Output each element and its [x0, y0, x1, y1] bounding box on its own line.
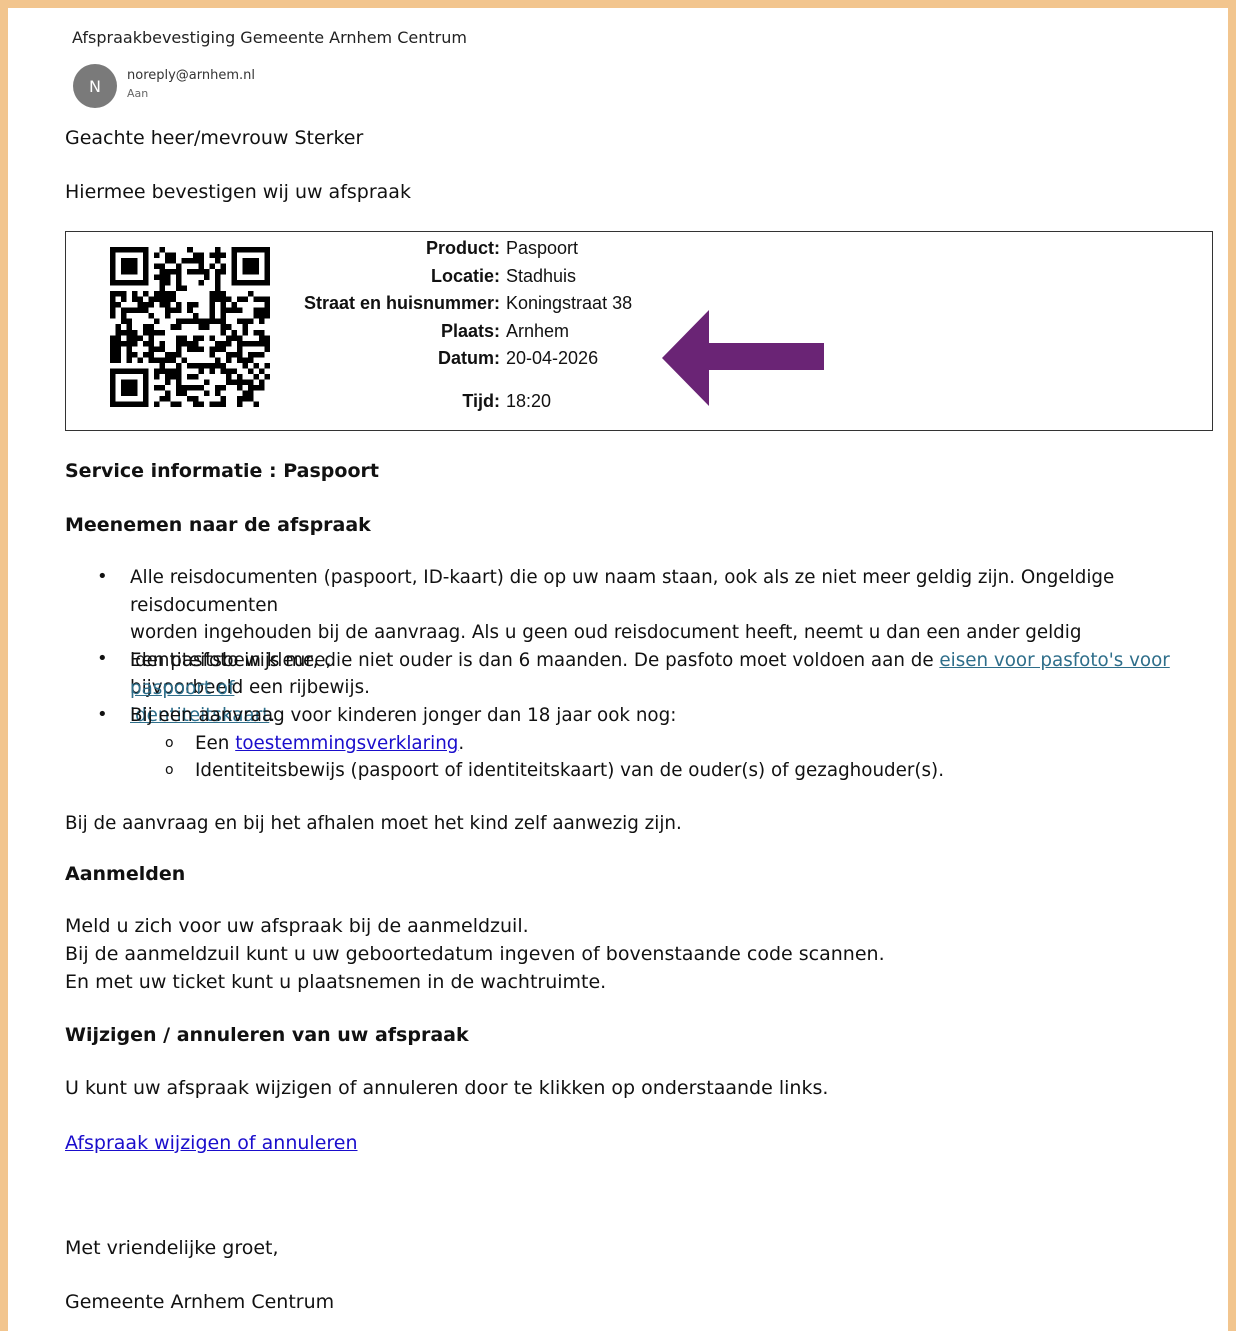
sub-bullet-circle: o — [165, 762, 174, 778]
city-value: Arnhem — [506, 321, 570, 341]
location-value: Stadhuis — [506, 266, 577, 286]
sub-list-item: Een toestemmingsverklaring. — [195, 730, 464, 758]
service-heading: Service informatie : Paspoort — [65, 460, 379, 482]
product-value: Paspoort — [506, 238, 579, 258]
street-label: Straat en huisnummer: — [303, 293, 500, 313]
sender-address[interactable]: noreply@arnhem.nl — [127, 68, 255, 83]
city-label: Plaats: — [440, 321, 500, 341]
register-line: Meld u zich voor uw afspraak bij de aanm… — [65, 915, 529, 937]
recipient-label: Aan — [127, 87, 149, 100]
list-item-line: Alle reisdocumenten (paspoort, ID-kaart)… — [130, 567, 1115, 616]
register-line: Bij de aanmeldzuil kunt u uw geboortedat… — [65, 943, 885, 965]
register-heading: Aanmelden — [65, 863, 186, 885]
product-label: Product: — [426, 238, 500, 258]
sub-bullet-circle: o — [165, 735, 174, 751]
street-value: Koningstraat 38 — [506, 293, 633, 313]
child-note: Bij de aanvraag en bij het afhalen moet … — [65, 813, 682, 834]
closing: Met vriendelijke groet, — [65, 1237, 279, 1259]
time-value: 18:20 — [506, 391, 552, 411]
change-text: U kunt uw afspraak wijzigen of annuleren… — [65, 1077, 829, 1099]
bullet-dot: • — [97, 648, 108, 669]
date-label: Datum: — [438, 348, 500, 368]
change-appointment-link[interactable]: Afspraak wijzigen of annuleren — [65, 1132, 358, 1154]
bullet-dot: • — [97, 704, 108, 725]
change-heading: Wijzigen / annuleren van uw afspraak — [65, 1024, 469, 1046]
list-item-text: . — [458, 733, 465, 754]
sub-list-item: Identiteitsbewijs (paspoort of identitei… — [195, 760, 945, 781]
arrow-left-icon — [662, 310, 824, 406]
consent-form-link[interactable]: toestemmingsverklaring — [235, 733, 458, 754]
bring-heading: Meenemen naar de afspraak — [65, 514, 371, 536]
avatar[interactable]: N — [73, 64, 117, 108]
signature: Gemeente Arnhem Centrum — [65, 1291, 335, 1313]
list-item: Bij een aanvraag voor kinderen jonger da… — [130, 705, 677, 726]
date-value: 20-04-2026 — [506, 348, 599, 368]
greeting: Geachte heer/mevrouw Sterker — [65, 127, 364, 149]
location-label: Locatie: — [430, 266, 500, 286]
confirm-text: Hiermee bevestigen wij uw afspraak — [65, 181, 411, 203]
register-line: En met uw ticket kunt u plaatsnemen in d… — [65, 971, 607, 993]
bullet-dot: • — [97, 566, 108, 587]
list-item-text: Een — [195, 733, 236, 754]
list-item-text: Een pasfoto in kleur, die niet ouder is … — [130, 650, 940, 671]
email-subject: Afspraakbevestiging Gemeente Arnhem Cent… — [72, 28, 467, 47]
time-label: Tijd: — [462, 391, 500, 411]
